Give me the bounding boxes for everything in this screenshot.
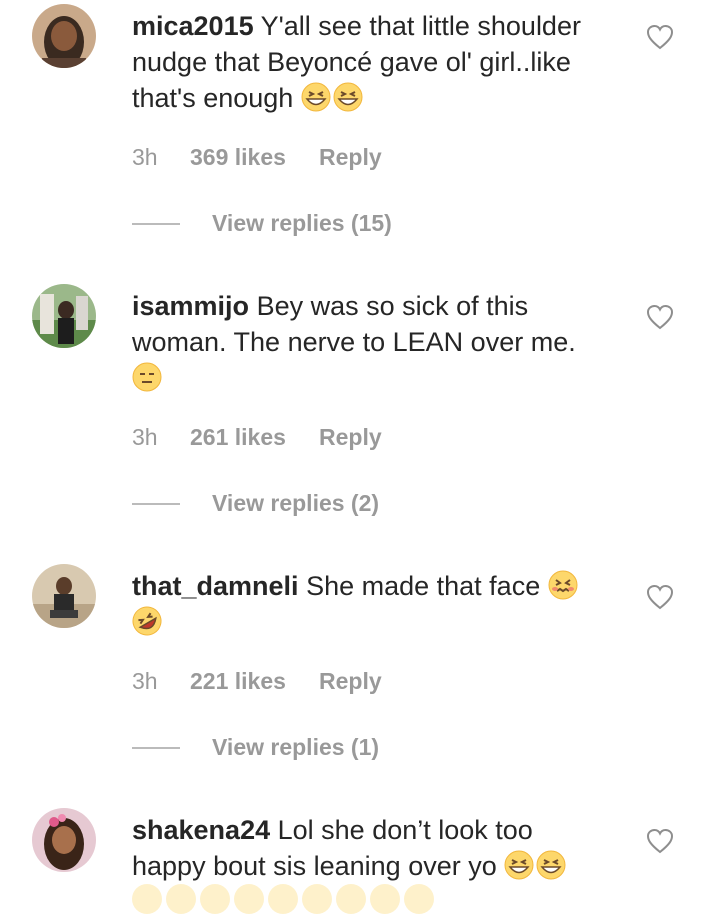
divider <box>132 746 180 749</box>
timestamp: 3h <box>132 668 158 694</box>
emoji-icon <box>234 884 264 914</box>
avatar[interactable] <box>32 564 96 628</box>
divider <box>132 222 180 225</box>
view-replies-button[interactable]: View replies (1) <box>132 734 379 761</box>
comment-text-block: shakena24 Lol she don’t look too happy b… <box>132 812 612 884</box>
timestamp: 3h <box>132 424 158 450</box>
heart-outline-icon[interactable] <box>646 828 674 854</box>
comment-text-block: that_damneli She made that face <box>132 568 612 640</box>
divider <box>132 502 180 505</box>
rolling-on-floor-laughing-icon <box>132 606 162 636</box>
comment-item: that_damneli She made that face 3h 221 l… <box>0 564 720 784</box>
timestamp: 3h <box>132 144 158 170</box>
emoji-icon <box>166 884 196 914</box>
comment-text-block: mica2015 Y'all see that little shoulder … <box>132 8 612 116</box>
likes-count[interactable]: 261 likes <box>190 424 319 451</box>
view-replies-label[interactable]: View replies (1) <box>212 734 379 761</box>
username-link[interactable]: mica2015 <box>132 11 254 41</box>
emoji-icon <box>404 884 434 914</box>
reply-button[interactable]: Reply <box>319 144 382 171</box>
comment-meta: 3h 261 likes Reply <box>132 424 382 451</box>
emoji-icon <box>132 884 162 914</box>
confounded-face-icon <box>548 570 578 600</box>
expressionless-face-icon <box>132 362 162 392</box>
comment-text-block: isammijo Bey was so sick of this woman. … <box>132 288 612 396</box>
emoji-icon <box>302 884 332 914</box>
comment-item: isammijo Bey was so sick of this woman. … <box>0 284 720 534</box>
view-replies-label[interactable]: View replies (15) <box>212 210 392 237</box>
likes-count[interactable]: 369 likes <box>190 144 319 171</box>
username-link[interactable]: isammijo <box>132 291 249 321</box>
grinning-squinting-face-icon <box>333 82 363 112</box>
avatar[interactable] <box>32 284 96 348</box>
emoji-icon <box>370 884 400 914</box>
comment-text: She made that face <box>306 571 541 601</box>
grinning-squinting-face-icon <box>301 82 331 112</box>
comment-meta: 3h 221 likes Reply <box>132 668 382 695</box>
reply-button[interactable]: Reply <box>319 424 382 451</box>
view-replies-button[interactable]: View replies (15) <box>132 210 392 237</box>
heart-outline-icon[interactable] <box>646 584 674 610</box>
reply-button[interactable]: Reply <box>319 668 382 695</box>
view-replies-button[interactable]: View replies (2) <box>132 490 379 517</box>
cut-off-emoji-row <box>132 884 434 914</box>
username-link[interactable]: shakena24 <box>132 815 270 845</box>
grinning-squinting-face-icon <box>536 850 566 880</box>
comment-item: mica2015 Y'all see that little shoulder … <box>0 4 720 254</box>
emoji-icon <box>268 884 298 914</box>
grinning-squinting-face-icon <box>504 850 534 880</box>
emoji-icon <box>200 884 230 914</box>
likes-count[interactable]: 221 likes <box>190 668 319 695</box>
comment-meta: 3h 369 likes Reply <box>132 144 382 171</box>
view-replies-label[interactable]: View replies (2) <box>212 490 379 517</box>
username-link[interactable]: that_damneli <box>132 571 299 601</box>
avatar[interactable] <box>32 4 96 68</box>
emoji-icon <box>336 884 366 914</box>
heart-outline-icon[interactable] <box>646 24 674 50</box>
avatar[interactable] <box>32 808 96 872</box>
heart-outline-icon[interactable] <box>646 304 674 330</box>
